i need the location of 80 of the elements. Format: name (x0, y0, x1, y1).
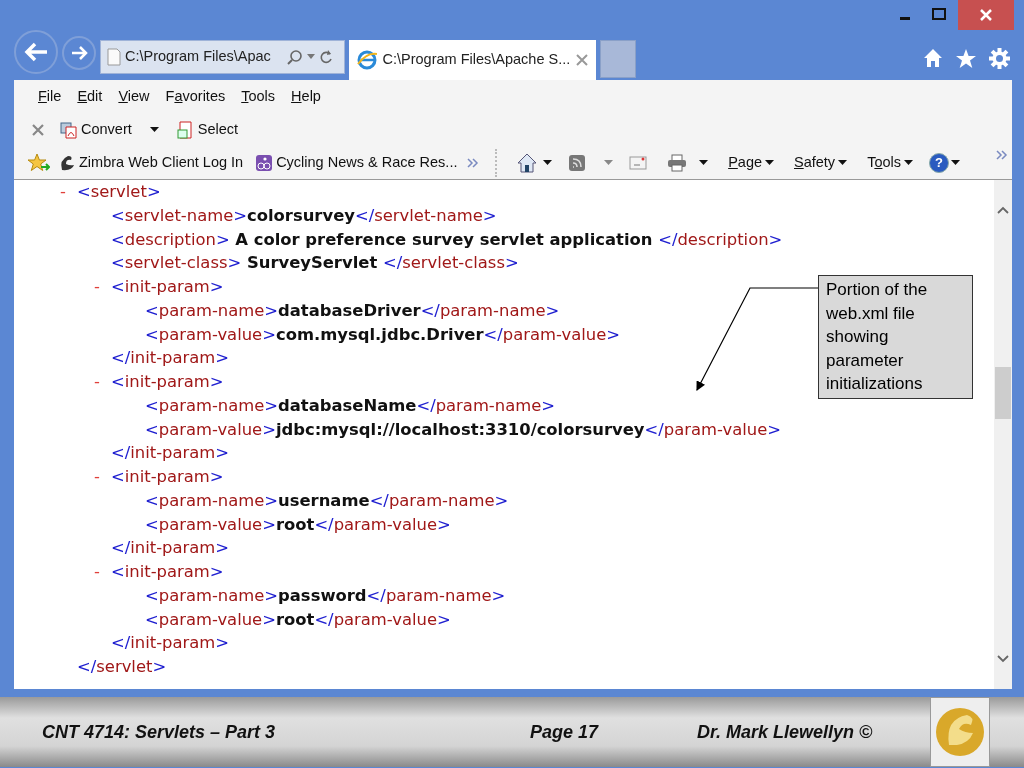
search-icon[interactable] (287, 49, 303, 65)
document-select-icon (176, 120, 195, 139)
author-credit: Dr. Mark Llewellyn © (697, 720, 873, 744)
scroll-up-icon[interactable] (997, 206, 1009, 214)
command-menu[interactable]: Safety (790, 151, 852, 174)
scrollbar[interactable] (994, 180, 1012, 689)
home-icon[interactable] (517, 152, 538, 173)
caret-icon[interactable] (543, 159, 553, 166)
select-button[interactable]: Select (172, 118, 243, 141)
settings-icon[interactable] (989, 48, 1010, 69)
menu-item[interactable]: Tools (235, 85, 282, 108)
menu-item[interactable]: File (32, 85, 68, 108)
xml-line: <param-name>databaseName</param-name> (144, 394, 555, 417)
right-arrow-icon (70, 45, 88, 61)
xml-line: <param-name>username</param-name> (144, 489, 509, 512)
star-icon[interactable] (955, 48, 977, 69)
xml-line: </init-param> (110, 347, 230, 370)
command-menu[interactable]: Tools (863, 151, 917, 174)
browser-icon (357, 50, 377, 70)
xml-line: - <init-param> (93, 371, 224, 393)
forward-button[interactable] (62, 36, 96, 70)
menu-item[interactable]: View (112, 85, 156, 108)
xml-line: <description> A color preference survey servlet application </description> (110, 228, 783, 251)
xml-line: <param-value>com.mysql.jdbc.Driver</param-value> (144, 323, 620, 346)
feed-icon[interactable] (568, 153, 587, 172)
xml-line: - <servlet> (59, 181, 161, 203)
address-bar[interactable]: C:\Program Files\Apac (100, 40, 345, 74)
xml-line: <servlet-class> SurveyServlet </servlet-class> (110, 252, 519, 275)
xml-line: </init-param> (110, 442, 230, 465)
course-title: CNT 4714: Servlets – Part 3 (42, 720, 277, 744)
xml-line: <param-value>jdbc:mysql://localhost:3310/colorsurvey</param-value> (144, 418, 781, 441)
scroll-down-icon[interactable] (997, 655, 1009, 663)
back-button[interactable] (14, 30, 58, 74)
page-icon (107, 48, 121, 66)
document-convert-icon (60, 120, 78, 139)
scrollbar-thumb[interactable] (995, 367, 1011, 419)
xml-line: <servlet-name>colorsurvey</servlet-name> (110, 204, 497, 227)
help-button[interactable]: ? (929, 152, 949, 173)
command-menu[interactable]: Page (724, 151, 778, 174)
menu-item[interactable]: Favorites (159, 85, 232, 108)
caret-icon (904, 159, 913, 166)
xml-line: <param-value>root</param-value> (144, 513, 451, 536)
caret-icon (838, 159, 848, 166)
xml-line: <param-value>root</param-value> (144, 608, 451, 631)
mail-icon[interactable] (629, 155, 648, 170)
caret-icon[interactable] (149, 126, 159, 133)
browser-tab[interactable]: C:\Program Files\Apache S... (349, 40, 596, 80)
page-number: Page 17 (530, 720, 600, 744)
favorite-link[interactable]: Zimbra Web Client Log In (54, 151, 248, 174)
menu-item[interactable]: Edit (71, 85, 109, 108)
tab-title: C:\Program Files\Apache S... (382, 50, 571, 70)
close-button[interactable] (958, 0, 1014, 30)
xml-line: </init-param> (110, 632, 230, 655)
chevron-icon[interactable] (467, 157, 480, 168)
emblem-icon (935, 705, 985, 759)
address-field[interactable]: C:\Program Files\Apac (125, 46, 283, 68)
xml-line: <param-name>password</param-name> (144, 584, 506, 607)
xml-line: <param-name>databaseDriver</param-name> (144, 299, 560, 322)
xml-line: - <init-param> (93, 466, 224, 488)
caret-icon[interactable] (699, 159, 709, 166)
close-icon[interactable] (576, 54, 588, 66)
chevron-icon[interactable] (996, 149, 1008, 160)
caret-icon (765, 159, 774, 166)
callout-note: Portion of the web.xml file showing parameter initializations (818, 275, 973, 399)
printer-icon[interactable] (667, 153, 688, 172)
add-favorite-icon[interactable] (28, 152, 50, 173)
maximize-icon (932, 8, 946, 20)
favorite-link[interactable]: Cycling News & Race Res... (251, 151, 462, 174)
refresh-icon[interactable] (319, 49, 333, 65)
left-arrow-icon (23, 41, 49, 63)
minimize-icon (900, 16, 910, 20)
caret-icon[interactable] (951, 159, 960, 166)
xml-line: - <init-param> (93, 561, 224, 583)
menu-item[interactable]: Help (285, 85, 327, 108)
close-icon (979, 8, 993, 22)
xml-line: </init-param> (110, 537, 230, 560)
close-icon[interactable] (32, 123, 44, 136)
xml-line: </servlet> (76, 656, 167, 678)
xml-line: - <init-param> (93, 276, 224, 298)
convert-button[interactable]: Convert (56, 118, 136, 141)
